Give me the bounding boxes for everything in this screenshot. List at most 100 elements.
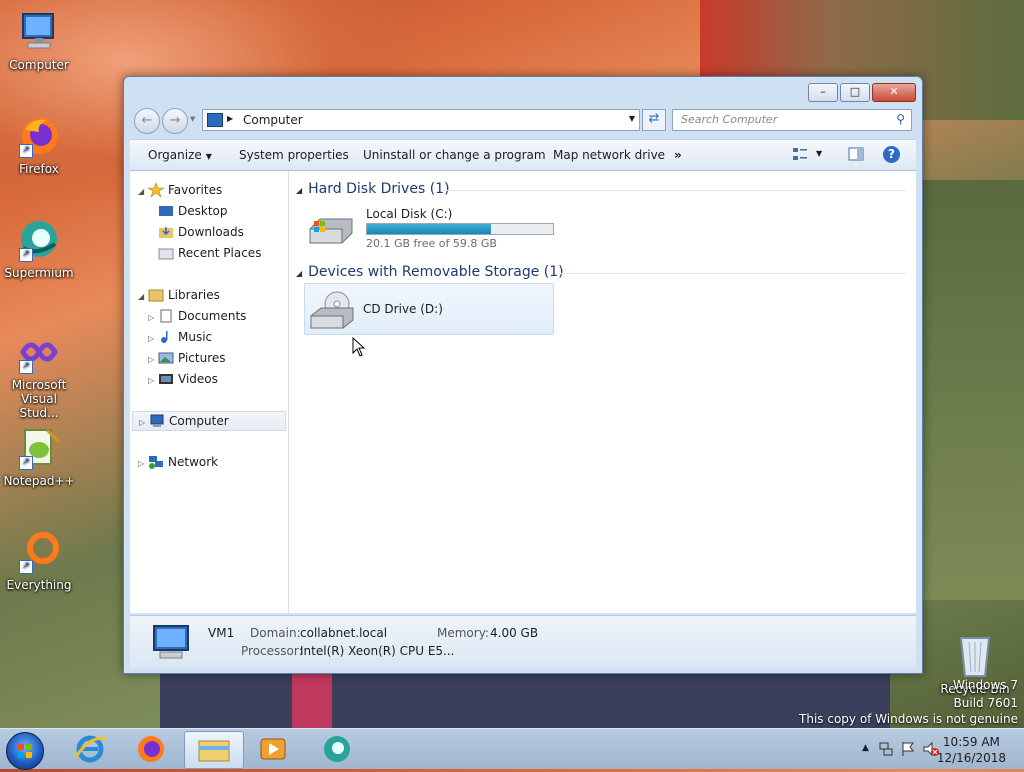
- taskbar-internet-explorer[interactable]: [62, 731, 120, 767]
- nav-favorites[interactable]: ◢ Favorites: [138, 181, 222, 199]
- more-commands-button[interactable]: »: [674, 148, 682, 162]
- refresh-button[interactable]: ⇄: [642, 109, 666, 131]
- domain-value: collabnet.local: [300, 626, 388, 640]
- nav-item-music[interactable]: ▷ Music: [148, 328, 212, 346]
- shortcut-arrow-icon: ↗: [19, 456, 33, 470]
- computer-icon: [207, 113, 223, 127]
- collapse-arrow-icon[interactable]: ◢: [296, 269, 302, 278]
- taskbar-windows-explorer[interactable]: [184, 731, 244, 769]
- drive-name: CD Drive (D:): [363, 302, 443, 316]
- preview-pane-icon[interactable]: [848, 146, 864, 162]
- breadcrumb-computer[interactable]: Computer: [243, 113, 303, 127]
- search-input[interactable]: Search Computer ⚲: [672, 109, 912, 131]
- drive-cd-d[interactable]: CD Drive (D:): [304, 283, 554, 335]
- collapse-arrow-icon[interactable]: ◢: [296, 186, 302, 195]
- supermium-icon: ↗: [17, 218, 61, 262]
- desktop-icon-firefox[interactable]: ↗ Firefox: [1, 114, 77, 176]
- group-header-hard-disks[interactable]: ◢ Hard Disk Drives (1): [296, 181, 450, 197]
- search-icon[interactable]: ⚲: [896, 112, 905, 126]
- nav-libraries[interactable]: ◢ Libraries: [138, 286, 220, 304]
- system-tray: ▲ 10:59 AM 12/16/2018: [838, 731, 1020, 767]
- chevron-down-icon: ▼: [205, 152, 212, 161]
- show-hidden-icons-button[interactable]: ▲: [862, 743, 869, 753]
- forward-button[interactable]: →: [162, 108, 188, 134]
- music-icon: [158, 330, 174, 344]
- nav-item-recent-places[interactable]: Recent Places: [158, 244, 261, 262]
- nav-network[interactable]: ▷ Network: [138, 453, 218, 471]
- desktop-icon-label: Everything: [6, 578, 72, 592]
- shortcut-arrow-icon: ↗: [19, 560, 33, 574]
- desktop-icon-computer[interactable]: Computer: [1, 10, 77, 72]
- hard-disk-icon: [308, 215, 354, 245]
- breadcrumb-chevron-icon[interactable]: ▶: [227, 114, 233, 123]
- memory-value: 4.00 GB: [490, 626, 539, 640]
- recent-places-icon: [158, 246, 174, 260]
- address-dropdown-icon[interactable]: ▼: [629, 114, 635, 123]
- collapse-arrow-icon[interactable]: ◢: [138, 288, 148, 306]
- system-properties-button[interactable]: System properties: [239, 148, 349, 162]
- refresh-icon: ⇄: [648, 111, 660, 126]
- recent-pages-dropdown[interactable]: ▼: [190, 115, 195, 123]
- help-button[interactable]: ?: [883, 146, 900, 163]
- network-icon: [148, 455, 164, 469]
- desktop-icon-label: Microsoft Visual Stud...: [11, 378, 67, 420]
- caption-buttons: – □ ✕: [806, 83, 916, 102]
- organize-button[interactable]: Organize ▼: [148, 148, 212, 162]
- collapse-arrow-icon[interactable]: ◢: [138, 183, 148, 201]
- shortcut-arrow-icon: ↗: [19, 360, 33, 374]
- supermium-icon: [324, 736, 350, 762]
- close-button[interactable]: ✕: [872, 83, 916, 102]
- desktop-icon-visual-studio[interactable]: ↗ Microsoft Visual Stud...: [1, 330, 77, 420]
- expand-arrow-icon[interactable]: ▷: [148, 330, 158, 348]
- cd-drive-icon: [309, 290, 357, 333]
- taskbar-firefox[interactable]: [122, 731, 180, 767]
- taskbar-media-player[interactable]: [244, 731, 302, 767]
- wallpaper-region: [292, 672, 332, 728]
- nav-item-desktop[interactable]: Desktop: [158, 202, 228, 220]
- windows-logo-icon: [18, 744, 32, 758]
- start-button[interactable]: [6, 732, 44, 770]
- address-bar[interactable]: ▶ Computer ▼: [202, 109, 640, 131]
- desktop-icon-supermium[interactable]: ↗ Supermium: [1, 218, 77, 280]
- back-button[interactable]: ←: [134, 108, 160, 134]
- view-options-dropdown[interactable]: ▼: [816, 149, 822, 158]
- computer-icon: [17, 10, 61, 54]
- nav-item-videos[interactable]: ▷ Videos: [148, 370, 218, 388]
- shortcut-arrow-icon: ↗: [19, 248, 33, 262]
- change-view-icon[interactable]: [792, 146, 808, 162]
- map-network-drive-button[interactable]: Map network drive: [553, 148, 665, 162]
- firefox-icon: ↗: [17, 114, 61, 158]
- explorer-body: ◢ Favorites Desktop Downloads Recent Plac…: [130, 171, 916, 613]
- watermark-line: This copy of Windows is not genuine: [799, 712, 1018, 726]
- expand-arrow-icon[interactable]: ▷: [138, 455, 148, 473]
- expand-arrow-icon[interactable]: ▷: [148, 351, 158, 369]
- media-player-icon: [260, 738, 286, 760]
- expand-arrow-icon[interactable]: ▷: [139, 414, 149, 432]
- drive-usage-bar: [366, 223, 554, 235]
- drive-local-disk-c[interactable]: Local Disk (C:) 20.1 GB free of 59.8 GB: [308, 207, 558, 255]
- expand-arrow-icon[interactable]: ▷: [148, 309, 158, 327]
- explorer-window[interactable]: – □ ✕ ← → ▼ ▶ Computer ▼ ⇄ Search Comput…: [123, 76, 923, 674]
- group-header-removable-storage[interactable]: ◢ Devices with Removable Storage (1): [296, 264, 564, 280]
- computer-name: VM1: [208, 626, 235, 640]
- desktop-icon-notepad-plus-plus[interactable]: ↗ Notepad++: [1, 426, 77, 488]
- network-tray-icon[interactable]: [878, 741, 894, 760]
- action-center-flag-icon[interactable]: [900, 741, 916, 760]
- star-icon: [146, 182, 166, 198]
- nav-item-documents[interactable]: ▷ Documents: [148, 307, 246, 325]
- minimize-button[interactable]: –: [808, 83, 838, 102]
- nav-item-pictures[interactable]: ▷ Pictures: [148, 349, 226, 367]
- uninstall-program-button[interactable]: Uninstall or change a program: [363, 148, 546, 162]
- nav-item-downloads[interactable]: Downloads: [158, 223, 244, 241]
- taskbar-supermium[interactable]: [308, 731, 366, 767]
- command-bar: Organize ▼ System properties Uninstall or…: [130, 139, 916, 171]
- maximize-button[interactable]: □: [840, 83, 870, 102]
- group-divider: [558, 273, 906, 274]
- clock[interactable]: 10:59 AM 12/16/2018: [937, 734, 1006, 766]
- processor-value: Intel(R) Xeon(R) CPU E5...: [300, 644, 455, 658]
- nav-computer[interactable]: ▷ Computer: [132, 411, 286, 431]
- clock-date: 12/16/2018: [936, 751, 1006, 765]
- expand-arrow-icon[interactable]: ▷: [148, 372, 158, 390]
- everything-search-icon: ↗: [17, 530, 61, 574]
- desktop-icon-everything[interactable]: ↗ Everything: [1, 530, 77, 592]
